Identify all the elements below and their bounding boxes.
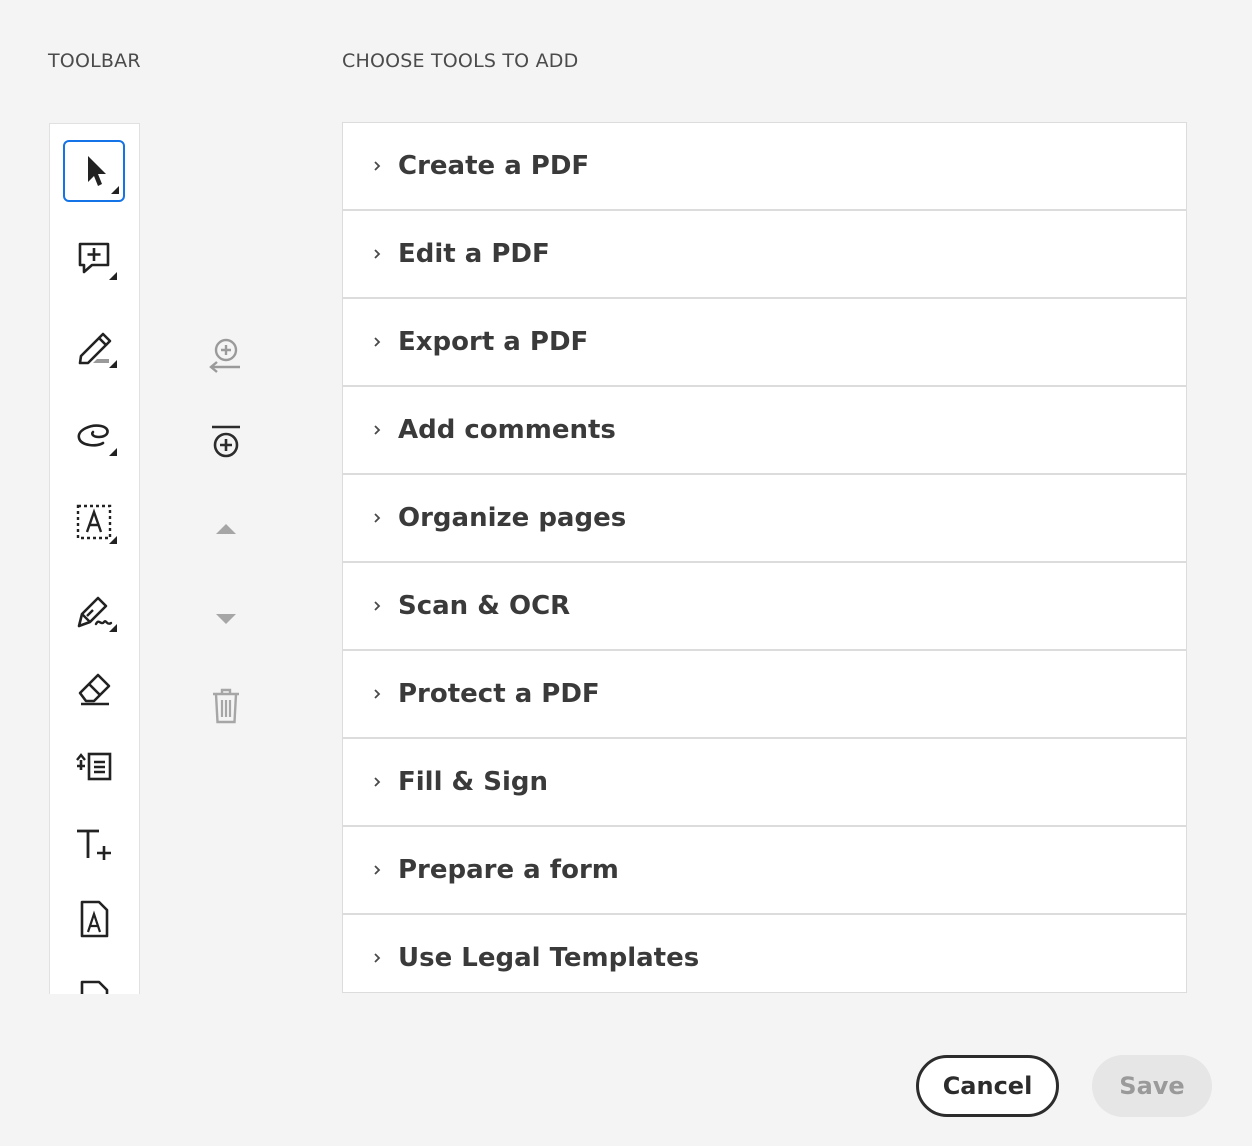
category-export-a-pdf[interactable]: Export a PDF xyxy=(343,299,1186,387)
category-organize-pages[interactable]: Organize pages xyxy=(343,475,1186,563)
highlight-pen-icon xyxy=(78,332,117,368)
toolbar-tool-eraser[interactable] xyxy=(63,660,125,722)
category-label: Export a PDF xyxy=(398,327,589,357)
toolbar-tools-list xyxy=(49,123,140,994)
category-label: Prepare a form xyxy=(398,855,619,885)
chevron-right-icon xyxy=(374,513,381,523)
toolbar-tool-draw[interactable] xyxy=(63,404,125,466)
chevron-right-icon xyxy=(374,953,381,963)
category-label: Scan & OCR xyxy=(398,591,571,621)
move-down-icon xyxy=(216,614,236,624)
category-create-a-pdf[interactable]: Create a PDF xyxy=(343,123,1186,211)
customize-toolbar-dialog: TOOLBAR CHOOSE TOOLS TO ADD Create a PDF… xyxy=(0,0,1252,1146)
text-document-icon xyxy=(80,900,109,938)
move-down-button[interactable] xyxy=(204,596,248,640)
chevron-right-icon xyxy=(374,337,381,347)
category-label: Edit a PDF xyxy=(398,239,550,269)
text-box-select-icon xyxy=(76,504,117,544)
eraser-icon xyxy=(78,673,111,706)
freehand-draw-icon xyxy=(77,424,117,456)
category-label: Fill & Sign xyxy=(398,767,549,797)
sign-pen-icon xyxy=(77,596,117,632)
select-arrow-icon xyxy=(88,156,119,194)
toolbar-tool-select[interactable] xyxy=(63,140,125,202)
toolbar-tool-insert-text[interactable] xyxy=(63,736,125,798)
toolbar-tool-document[interactable] xyxy=(63,970,125,994)
add-divider-button[interactable] xyxy=(204,420,248,464)
category-label: Protect a PDF xyxy=(398,679,600,709)
trash-icon xyxy=(213,688,239,724)
chevron-right-icon xyxy=(374,777,381,787)
category-edit-a-pdf[interactable]: Edit a PDF xyxy=(343,211,1186,299)
add-divider-icon xyxy=(212,425,240,458)
category-label: Use Legal Templates xyxy=(398,943,700,973)
chevron-right-icon xyxy=(374,425,381,435)
chevron-right-icon xyxy=(374,601,381,611)
chevron-right-icon xyxy=(374,249,381,259)
tool-categories-list: Create a PDF Edit a PDF Export a PDF Add… xyxy=(342,122,1187,993)
category-use-legal-templates[interactable]: Use Legal Templates xyxy=(343,915,1186,992)
move-up-icon xyxy=(216,524,236,534)
toolbar-tool-text-select[interactable] xyxy=(63,492,125,554)
category-prepare-a-form[interactable]: Prepare a form xyxy=(343,827,1186,915)
add-comment-icon xyxy=(78,242,117,280)
add-to-toolbar-button[interactable] xyxy=(204,332,248,376)
category-fill-sign[interactable]: Fill & Sign xyxy=(343,739,1186,827)
category-label: Organize pages xyxy=(398,503,627,533)
add-text-icon xyxy=(77,829,111,860)
chevron-right-icon xyxy=(374,161,381,171)
toolbar-tool-sign[interactable] xyxy=(63,580,125,642)
choose-tools-heading: CHOOSE TOOLS TO ADD xyxy=(342,50,579,72)
category-label: Add comments xyxy=(398,415,616,445)
document-icon xyxy=(80,980,109,994)
save-button[interactable]: Save xyxy=(1092,1055,1212,1117)
delete-button[interactable] xyxy=(204,684,248,728)
chevron-right-icon xyxy=(374,865,381,875)
cancel-button[interactable]: Cancel xyxy=(916,1055,1059,1117)
category-label: Create a PDF xyxy=(398,151,590,181)
chevron-right-icon xyxy=(374,689,381,699)
add-to-toolbar-icon xyxy=(209,338,240,373)
category-protect-a-pdf[interactable]: Protect a PDF xyxy=(343,651,1186,739)
insert-text-icon xyxy=(76,752,112,781)
toolbar-tool-text-document[interactable] xyxy=(63,890,125,952)
toolbar-tool-add-text[interactable] xyxy=(63,814,125,876)
toolbar-tool-highlight[interactable] xyxy=(63,316,125,378)
toolbar-tool-comment[interactable] xyxy=(63,228,125,290)
toolbar-heading: TOOLBAR xyxy=(48,50,141,72)
category-add-comments[interactable]: Add comments xyxy=(343,387,1186,475)
move-up-button[interactable] xyxy=(204,506,248,550)
category-scan-ocr[interactable]: Scan & OCR xyxy=(343,563,1186,651)
